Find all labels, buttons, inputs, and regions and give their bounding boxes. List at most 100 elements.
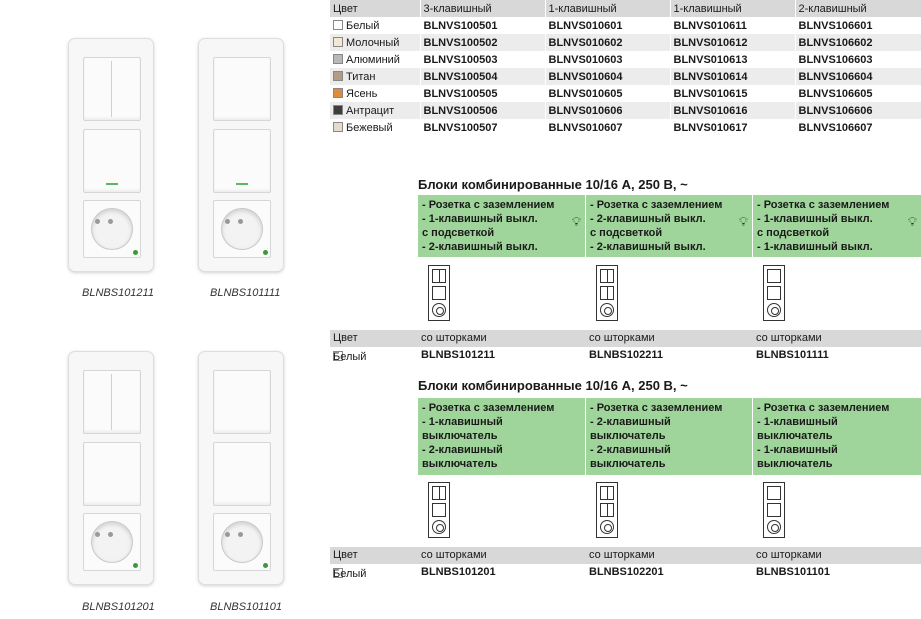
product-code: BLNVS010605 [544,85,670,102]
feature-line: - 2-клавишный [590,444,671,456]
feature-box: - Розетка с заземлением - 2-клавишный вы… [586,398,752,475]
feature-line: с подсветкой [422,227,495,239]
feature-line: - 2-клавишный выкл. [590,241,706,253]
product-code: BLNVS106604 [794,68,921,85]
header-cell: 1-клавишный [669,0,795,17]
product-code: BLNVS010607 [544,119,670,136]
feature-line: - Розетка с заземлением [757,402,890,414]
table-row: Алюминий BLNVS100503 BLNVS010603 BLNVS01… [330,51,921,68]
header-cell: со шторками [421,332,487,344]
feature-line: - 1-клавишный [757,416,838,428]
feature-box: - Розетка с заземлением - 1-клавишный вы… [418,398,585,475]
socket [213,513,271,571]
lightbulb-icon: 💡︎ [571,214,581,229]
product-code: BLNVS010611 [669,17,795,34]
switch-key-lit [213,129,271,193]
feature-line: выключатель [757,430,833,442]
section-title: Блоки комбинированные 10/16 А, 250 В, ~ [418,177,688,192]
switch-socket-diagram-icon [763,482,785,538]
product-code: BLNVS010603 [544,51,670,68]
product-code: BLNVS106607 [794,119,921,136]
feature-line: - Розетка с заземлением [422,199,555,211]
switch-key-lit [83,129,141,193]
product-code: BLNVS010613 [669,51,795,68]
feature-line: - 2-клавишный [590,416,671,428]
feature-line: - 1-клавишный [757,444,838,456]
product-code: BLNVS106603 [794,51,921,68]
color-name: Молочный [346,36,400,49]
lightbulb-icon: 💡︎ [738,214,748,229]
feature-line: - 1-клавишный [422,416,503,428]
product-code: BLNVS010616 [669,102,795,119]
photo-label: BLNBS101101 [210,601,282,613]
product-code: BLNVS106602 [794,34,921,51]
feature-line: - Розетка с заземлением [757,199,890,211]
feature-line: - 2-клавишный выкл. [422,241,538,253]
header-cell: 1-клавишный [544,0,670,17]
indicator-led [236,183,248,185]
product-photo-2 [198,38,284,272]
color-name: Титан [346,70,376,83]
product-code: BLNVS010602 [544,34,670,51]
color-swatch [333,19,343,30]
color-swatch [333,121,343,132]
table-row: Белый BLNVS100501 BLNVS010601 BLNVS01061… [330,17,921,34]
switch-socket-diagram-icon [428,482,450,538]
product-code: BLNVS100503 [419,51,545,68]
product-code: BLNVS100501 [419,17,545,34]
color-swatch [333,70,343,81]
block-header-row: Цвет со шторками со шторками со шторками [330,547,921,564]
photo-label: BLNBS101201 [82,601,155,613]
product-code: BLNVS100504 [419,68,545,85]
product-code: BLNVS010612 [669,34,795,51]
table-row: Белый BLNBS101201 BLNBS102201 BLNBS10110… [330,564,921,581]
header-cell: со шторками [589,549,655,561]
product-code: BLNVS100505 [419,85,545,102]
feature-line: выключатель [590,430,666,442]
product-code: BLNVS100506 [419,102,545,119]
product-code: BLNBS101211 [421,349,495,361]
socket [213,200,271,258]
product-code: BLNVS106601 [794,17,921,34]
photo-label: BLNBS101111 [210,287,281,299]
table-row: Титан BLNVS100504 BLNVS010604 BLNVS01061… [330,68,921,85]
color-name: Бежевый [346,121,393,134]
header-cell: со шторками [421,549,487,561]
header-cell: Цвет [330,0,420,17]
color-name: Белый [333,568,367,580]
table-row: Антрацит BLNVS100506 BLNVS010606 BLNVS01… [330,102,921,119]
feature-line: с подсветкой [757,227,830,239]
feature-line: - 2-клавишный выкл. [590,213,706,225]
table-row: Ясень BLNVS100505 BLNVS010605 BLNVS01061… [330,85,921,102]
product-code: BLNBS101111 [756,349,829,361]
feature-box: - Розетка с заземлением - 1-клавишный вы… [753,398,921,475]
product-code: BLNBS102211 [589,349,663,361]
feature-box: - Розетка с заземлением - 1-клавишный вы… [753,195,921,257]
product-code: BLNVS010614 [669,68,795,85]
header-cell: со шторками [756,332,822,344]
table-row: Бежевый BLNVS100507 BLNVS010607 BLNVS010… [330,119,921,136]
table-row: Молочный BLNVS100502 BLNVS010602 BLNVS01… [330,34,921,51]
feature-line: выключатель [757,458,833,470]
section-title: Блоки комбинированные 10/16 А, 250 В, ~ [418,378,688,393]
color-swatch [333,36,343,47]
feature-line: - 1-клавишный выкл. [757,213,873,225]
color-name: Алюминий [346,53,400,66]
feature-line: - Розетка с заземлением [590,199,723,211]
color-name: Белый [333,351,367,363]
switch-key-single [213,370,271,434]
header-cell: со шторками [756,549,822,561]
color-name: Белый [346,19,380,32]
switch-key-single [83,442,141,506]
color-name: Антрацит [346,104,395,117]
product-code: BLNVS010617 [669,119,795,136]
product-code: BLNVS100507 [419,119,545,136]
product-code: BLNVS106605 [794,85,921,102]
feature-line: - 2-клавишный [422,444,503,456]
socket [83,200,141,258]
color-swatch [333,53,343,64]
feature-line: - Розетка с заземлением [422,402,555,414]
table-header: Цвет 3-клавишный 1-клавишный 1-клавишный… [330,0,921,17]
feature-box: - Розетка с заземлением - 1-клавишный вы… [418,195,585,257]
feature-box: - Розетка с заземлением - 2-клавишный вы… [586,195,752,257]
